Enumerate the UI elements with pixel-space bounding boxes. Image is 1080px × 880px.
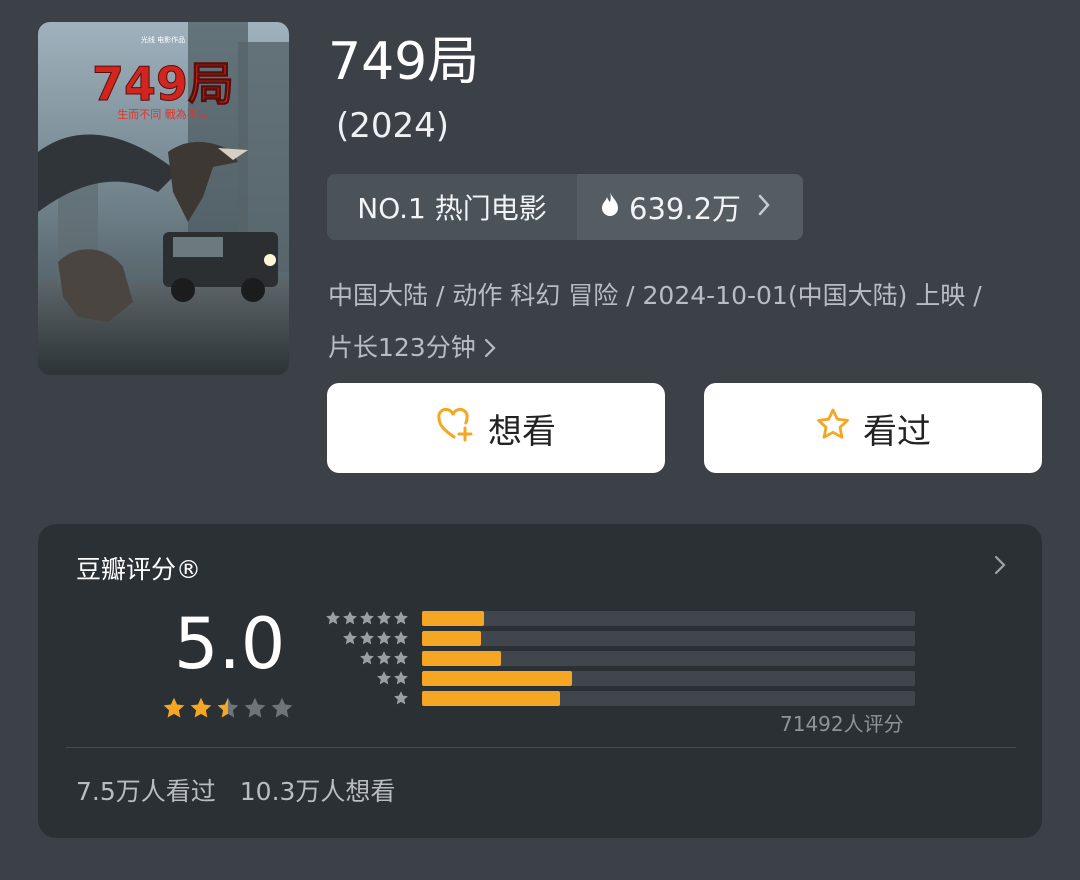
rating-title: 豆瓣评分® [76,555,202,584]
rating-star-icon [162,696,186,724]
seen-count: 7.5万人看过 [76,777,216,806]
small-star-icon [376,630,392,646]
hot-rank-pill[interactable]: NO.1 热门电影 639.2万 [327,174,803,240]
vote-count: 71492人评分 [780,712,904,736]
flame-icon [599,190,621,224]
small-star-icon [359,650,375,666]
watch-stats: 7.5万人看过 10.3万人想看 [76,772,395,808]
poster-image: 光线 电影作品 749局 生而不同 戰為不同 [38,22,289,375]
divider [66,747,1016,748]
score-stars [162,696,294,724]
bar-fill-3-star [422,650,501,666]
small-star-icon [325,610,341,626]
row-stars [321,630,409,646]
distribution-row-1-star [321,690,915,706]
meta-line-1: 中国大陆 / 动作 科幻 冒险 / 2024-10-01(中国大陆) 上映 / [328,281,982,310]
small-star-icon [376,650,392,666]
movie-meta: 中国大陆 / 动作 科幻 冒险 / 2024-10-01(中国大陆) 上映 / … [328,270,1048,374]
bar-track [422,670,915,686]
poster-title: 749局 [92,57,234,111]
small-star-icon [359,630,375,646]
bar-fill-4-star [422,630,482,646]
small-star-icon [393,670,409,686]
want-label: 想看 [488,411,556,452]
bar-track [422,610,915,626]
small-star-icon [393,610,409,626]
small-star-icon [342,630,358,646]
chevron-right-icon [484,337,496,359]
watched-button[interactable]: 看过 [704,383,1042,473]
bar-fill-5-star [422,610,484,626]
distribution-row-4-star [321,630,915,646]
rank-label: NO.1 热门电影 [327,174,577,240]
heat-value: 639.2万 [629,192,742,226]
movie-year: (2024) [336,106,450,146]
row-stars [321,650,409,666]
poster-producer: 光线 电影作品 [141,35,185,44]
rating-star-icon [216,696,240,724]
bar-fill-1-star [422,690,561,706]
want-count: 10.3万人想看 [239,777,396,806]
small-star-icon [393,630,409,646]
seen-label: 看过 [863,411,931,452]
small-star-icon [376,610,392,626]
movie-poster[interactable]: 光线 电影作品 749局 生而不同 戰為不同 [38,22,289,375]
poster-tagline: 生而不同 戰為不同 [117,107,209,121]
meta-line-2: 片长123分钟 [328,333,476,362]
duration-link[interactable]: 片长123分钟 [328,322,1048,374]
small-star-icon [342,610,358,626]
rating-star-icon [243,696,267,724]
distribution-row-3-star [321,650,915,666]
star-outline-icon [815,407,851,450]
heart-plus-icon [436,406,476,451]
bar-fill-2-star [422,670,573,686]
bar-track [422,690,915,706]
rating-score: 5.0 [174,603,286,685]
chevron-right-icon[interactable] [994,554,1006,580]
row-stars [321,670,409,686]
heat-index[interactable]: 639.2万 [577,174,803,240]
bar-track [422,630,915,646]
douban-rating-card[interactable]: 豆瓣评分® 5.0 71492人评分 7.5万人看过 10.3万人想看 [38,524,1042,838]
small-star-icon [376,670,392,686]
small-star-icon [393,690,409,706]
rating-star-icon [270,696,294,724]
row-stars [321,690,409,706]
want-to-watch-button[interactable]: 想看 [327,383,665,473]
small-star-icon [393,650,409,666]
bar-track [422,650,915,666]
movie-title: 749局 [328,32,480,92]
chevron-right-icon [757,190,771,224]
row-stars [321,610,409,626]
distribution-row-5-star [321,610,915,626]
small-star-icon [359,610,375,626]
rating-star-icon [189,696,213,724]
distribution-row-2-star [321,670,915,686]
